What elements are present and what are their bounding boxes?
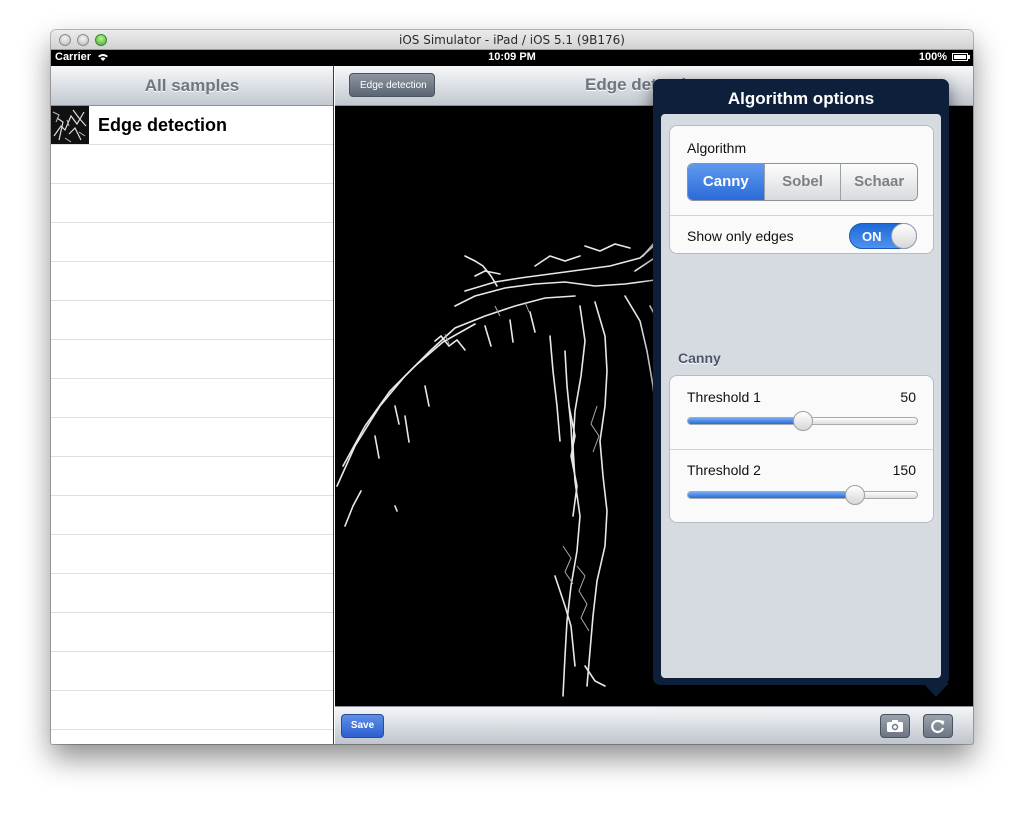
empty-row bbox=[51, 691, 333, 730]
empty-row bbox=[51, 652, 333, 691]
camera-icon bbox=[887, 720, 903, 732]
status-time: 10:09 PM bbox=[488, 51, 536, 63]
empty-row bbox=[51, 223, 333, 262]
window-titlebar: iOS Simulator - iPad / iOS 5.1 (9B176) bbox=[51, 30, 973, 50]
sample-thumbnail bbox=[51, 106, 89, 144]
samples-list: Edge detection bbox=[51, 106, 333, 730]
popover-body: Algorithm Canny Sobel Schaar Show only e… bbox=[661, 114, 941, 678]
cell-divider bbox=[670, 449, 933, 450]
popover-arrow bbox=[923, 683, 949, 697]
algorithm-label: Algorithm bbox=[687, 140, 747, 156]
empty-row bbox=[51, 418, 333, 457]
empty-row bbox=[51, 613, 333, 652]
master-panel: All samples Edge detection bbox=[51, 66, 334, 744]
empty-row bbox=[51, 535, 333, 574]
show-edges-switch[interactable]: ON bbox=[849, 223, 917, 249]
threshold-1-slider[interactable] bbox=[687, 411, 918, 431]
battery-icon bbox=[952, 53, 970, 61]
segment-schaar[interactable]: Schaar bbox=[840, 164, 917, 200]
master-navbar: All samples bbox=[51, 66, 333, 106]
back-button[interactable]: Edge detection bbox=[349, 73, 435, 97]
ios-status-bar: Carrier 10:09 PM 100% bbox=[51, 50, 973, 66]
threshold-2-label: Threshold 2 bbox=[687, 462, 761, 478]
camera-button[interactable] bbox=[880, 714, 910, 738]
switch-state-label: ON bbox=[862, 229, 882, 244]
show-edges-label: Show only edges bbox=[687, 228, 794, 244]
window-title: iOS Simulator - iPad / iOS 5.1 (9B176) bbox=[398, 33, 625, 47]
slider-thumb[interactable] bbox=[792, 411, 813, 431]
slider-fill bbox=[688, 418, 803, 424]
threshold-2-value: 150 bbox=[892, 462, 916, 478]
threshold-group: Threshold 1 50 Threshold 2 150 bbox=[669, 375, 934, 523]
refresh-icon bbox=[931, 719, 945, 734]
refresh-button[interactable] bbox=[923, 714, 953, 738]
algorithm-options-popover: Algorithm options Algorithm Canny Sobel … bbox=[653, 79, 949, 685]
segment-sobel[interactable]: Sobel bbox=[763, 164, 841, 200]
empty-row bbox=[51, 574, 333, 613]
empty-row bbox=[51, 457, 333, 496]
empty-row bbox=[51, 184, 333, 223]
empty-row bbox=[51, 496, 333, 535]
canny-section-header: Canny bbox=[678, 350, 721, 366]
popover-title: Algorithm options bbox=[727, 89, 875, 108]
threshold-2-slider[interactable] bbox=[687, 485, 918, 505]
empty-row bbox=[51, 340, 333, 379]
master-nav-title: All samples bbox=[144, 76, 240, 95]
slider-thumb[interactable] bbox=[845, 485, 866, 505]
slider-fill bbox=[688, 492, 856, 498]
algorithm-group: Algorithm Canny Sobel Schaar Show only e… bbox=[669, 125, 934, 254]
empty-row bbox=[51, 301, 333, 340]
algorithm-segmented-control[interactable]: Canny Sobel Schaar bbox=[687, 163, 918, 201]
threshold-1-value: 50 bbox=[900, 389, 916, 405]
list-item-edge-detection[interactable]: Edge detection bbox=[51, 106, 333, 145]
empty-row bbox=[51, 379, 333, 418]
empty-row bbox=[51, 145, 333, 184]
battery-percent: 100% bbox=[918, 51, 947, 63]
threshold-1-label: Threshold 1 bbox=[687, 389, 761, 405]
segment-canny[interactable]: Canny bbox=[688, 164, 764, 200]
empty-row bbox=[51, 262, 333, 301]
switch-knob bbox=[891, 223, 917, 249]
detail-toolbar: Save bbox=[335, 706, 973, 744]
save-button[interactable]: Save bbox=[341, 714, 384, 738]
list-item-label: Edge detection bbox=[98, 115, 228, 135]
cell-divider bbox=[670, 215, 933, 216]
